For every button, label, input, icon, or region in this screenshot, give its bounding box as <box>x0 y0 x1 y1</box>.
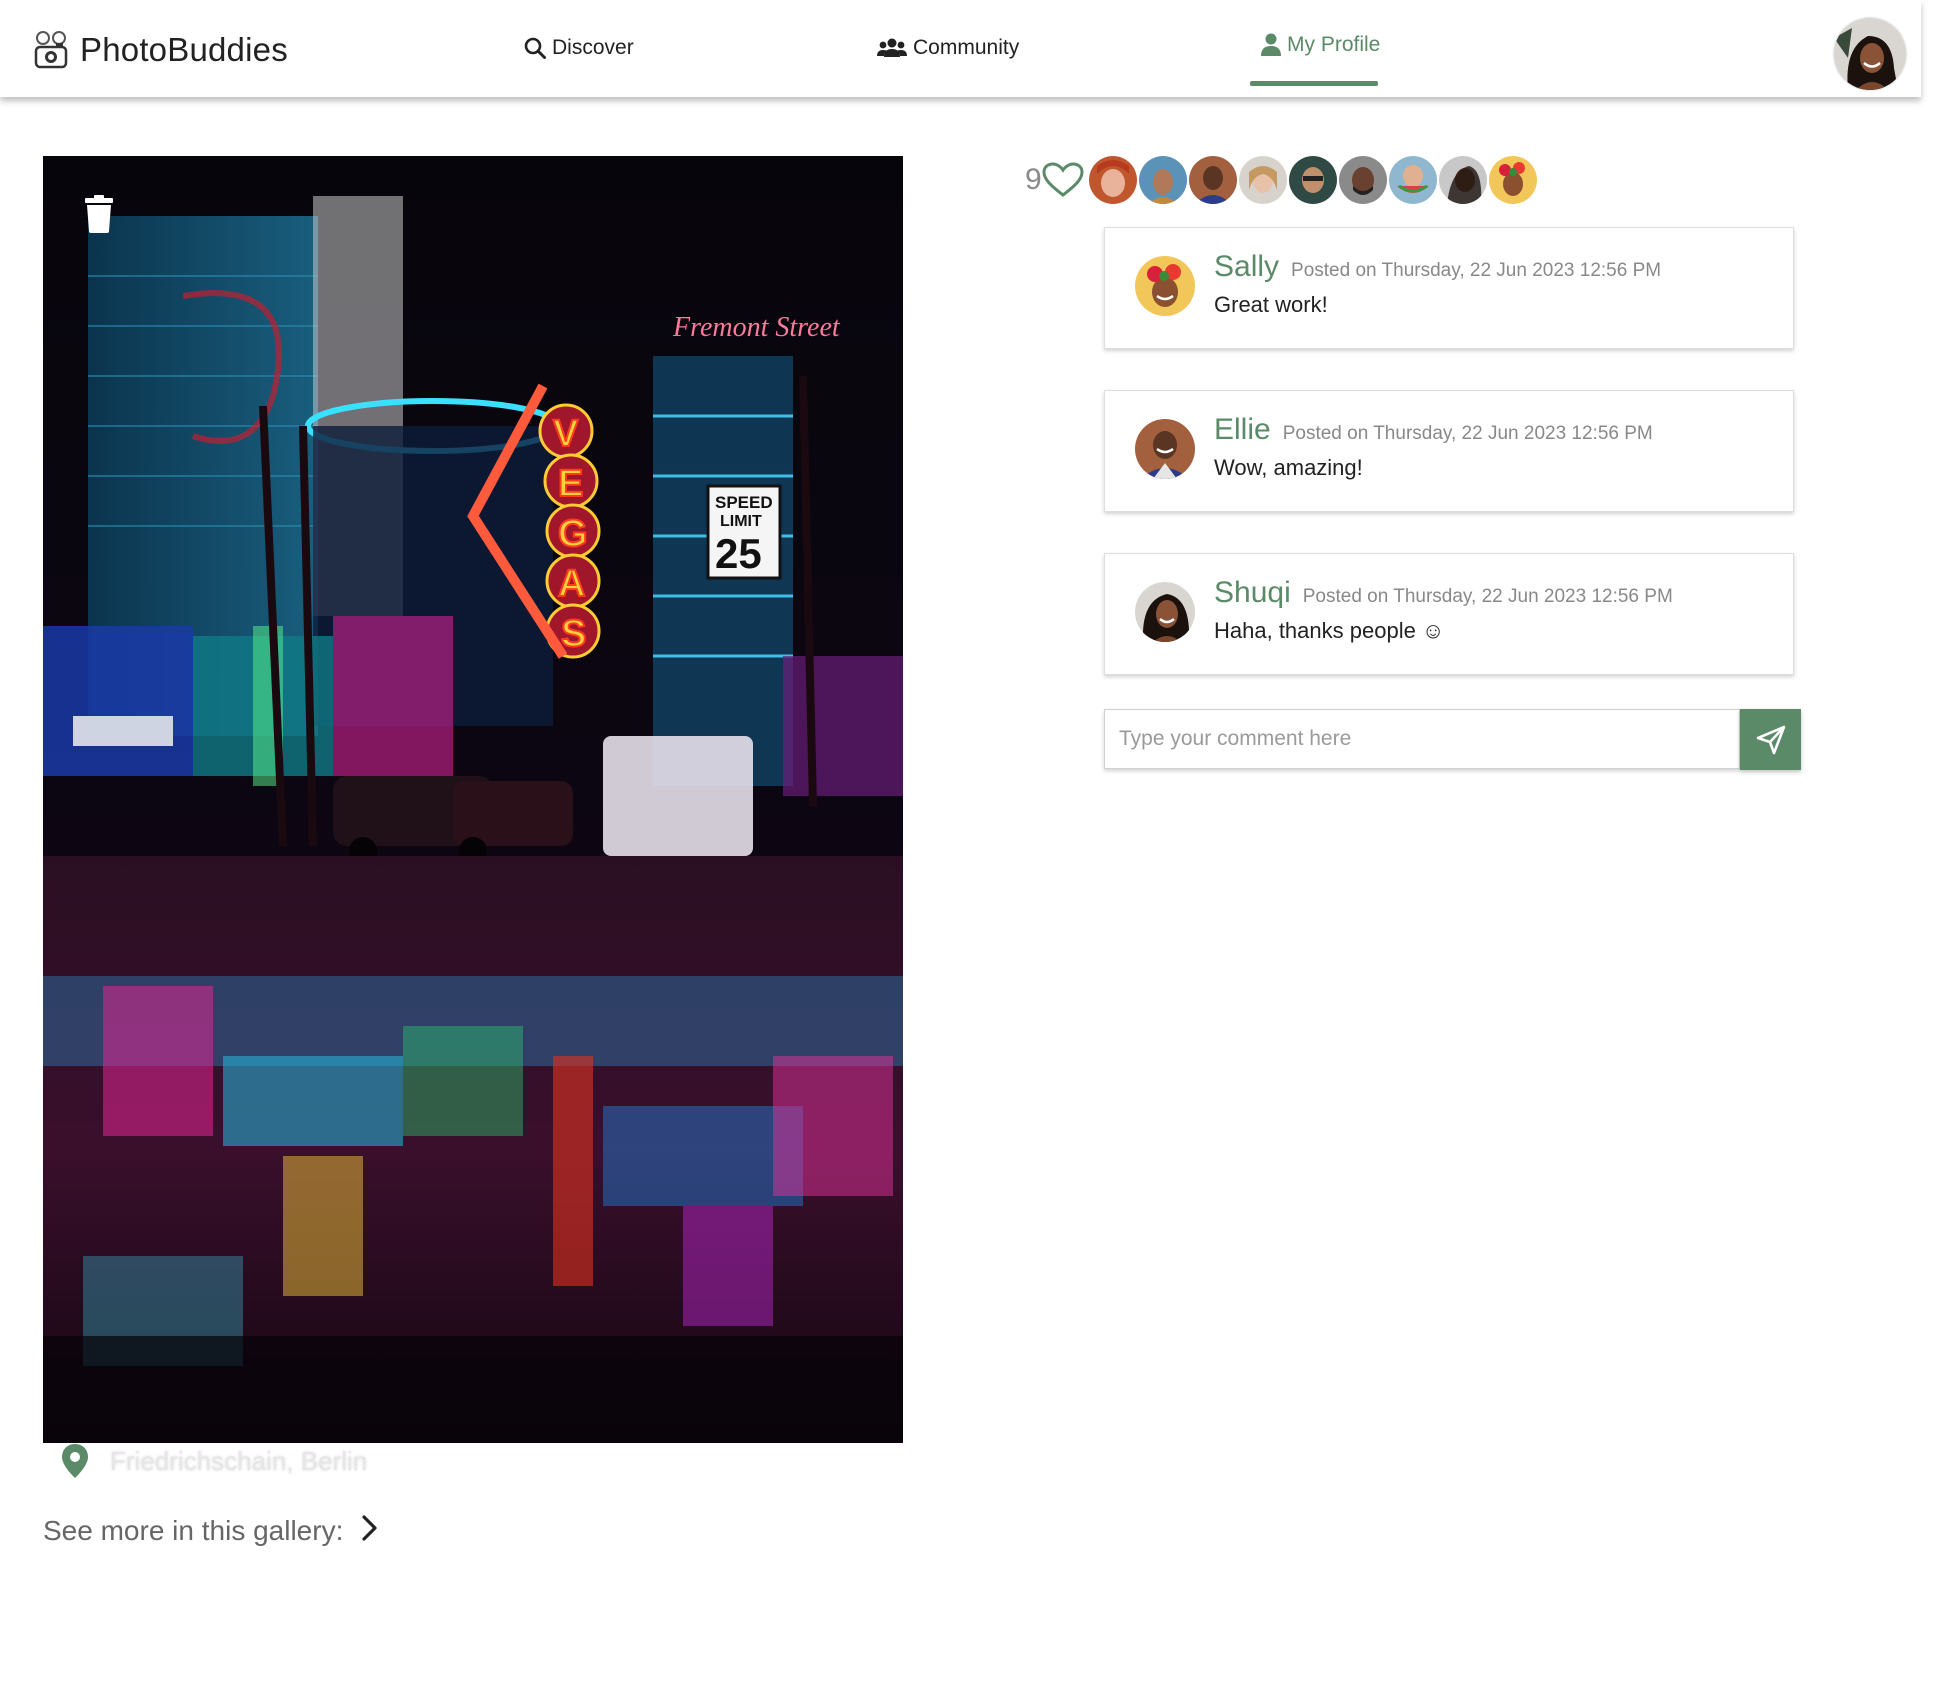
svg-text:SPEED: SPEED <box>715 493 773 512</box>
nav-discover[interactable]: Discover <box>524 30 634 66</box>
brand-name: PhotoBuddies <box>80 31 288 68</box>
liker-avatar[interactable] <box>1237 155 1288 205</box>
comment-text: Great work! <box>1214 292 1328 317</box>
comment-text: Haha, thanks people ☺ <box>1214 618 1445 643</box>
nav-community[interactable]: Community <box>877 30 1019 66</box>
user-avatar-image <box>1834 18 1906 90</box>
svg-text:S: S <box>561 613 586 655</box>
liker-avatar[interactable] <box>1437 155 1488 205</box>
user-icon <box>1261 33 1281 56</box>
photo-location: Friedrichschain, Berlin <box>62 1444 367 1478</box>
liker-avatars <box>1087 155 1538 205</box>
top-navigation-bar: PhotoBuddies Discover Community My Profi… <box>0 0 1921 97</box>
map-pin-icon <box>62 1444 88 1478</box>
nav-my-profile-label: My Profile <box>1287 33 1381 56</box>
comment-author[interactable]: Sally <box>1214 250 1279 284</box>
comment-card: Ellie Posted on Thursday, 22 Jun 2023 12… <box>1104 390 1794 512</box>
comment-card: Sally Posted on Thursday, 22 Jun 2023 12… <box>1104 227 1794 349</box>
comment-input[interactable] <box>1104 709 1740 769</box>
comment-avatar[interactable] <box>1135 582 1195 642</box>
comment-header: Sally Posted on Thursday, 22 Jun 2023 12… <box>1214 250 1661 284</box>
chevron-right-icon[interactable] <box>360 1513 380 1543</box>
likes-count: 9 <box>1025 163 1042 196</box>
nav-discover-label: Discover <box>552 36 634 59</box>
comment-date: Posted on Thursday, 22 Jun 2023 12:56 PM <box>1291 260 1662 281</box>
heart-icon[interactable] <box>1042 162 1084 198</box>
see-more-label: See more in this gallery: <box>43 1515 344 1546</box>
paper-plane-icon <box>1756 725 1785 754</box>
svg-text:E: E <box>558 463 583 505</box>
see-more-gallery: See more in this gallery: <box>43 1515 377 1547</box>
nav-community-label: Community <box>913 36 1020 59</box>
nav-my-profile[interactable]: My Profile <box>1261 27 1380 63</box>
liker-avatar[interactable] <box>1287 155 1338 205</box>
liker-avatar[interactable] <box>1487 155 1538 205</box>
active-tab-indicator <box>1250 81 1378 86</box>
liker-avatar[interactable] <box>1137 155 1188 205</box>
comment-author[interactable]: Ellie <box>1214 413 1271 447</box>
search-icon <box>524 37 546 59</box>
svg-text:LIMIT: LIMIT <box>720 513 762 530</box>
brand[interactable]: PhotoBuddies <box>30 25 288 75</box>
liker-avatar[interactable] <box>1187 155 1238 205</box>
comment-card: Shuqi Posted on Thursday, 22 Jun 2023 12… <box>1104 553 1794 675</box>
svg-text:A: A <box>558 563 585 605</box>
comment-header: Ellie Posted on Thursday, 22 Jun 2023 12… <box>1214 413 1653 447</box>
comment-header: Shuqi Posted on Thursday, 22 Jun 2023 12… <box>1214 576 1673 610</box>
comment-date: Posted on Thursday, 22 Jun 2023 12:56 PM <box>1282 423 1653 444</box>
comment-date: Posted on Thursday, 22 Jun 2023 12:56 PM <box>1302 586 1673 607</box>
liker-avatar[interactable] <box>1087 155 1138 205</box>
svg-text:25: 25 <box>715 530 762 577</box>
comment-text: Wow, amazing! <box>1214 455 1363 480</box>
svg-text:V: V <box>553 413 579 455</box>
delete-photo-button[interactable] <box>82 195 116 233</box>
liker-avatar[interactable] <box>1387 155 1438 205</box>
comment-avatar[interactable] <box>1135 256 1195 316</box>
post-photo: V E G A S Fremont Street SPEED LIMIT 25 <box>43 156 903 1443</box>
svg-text:G: G <box>558 513 588 555</box>
comment-author[interactable]: Shuqi <box>1214 576 1291 610</box>
liker-avatar[interactable] <box>1337 155 1388 205</box>
send-comment-button[interactable] <box>1740 709 1801 770</box>
svg-text:Fremont Street: Fremont Street <box>672 312 841 343</box>
comment-avatar[interactable] <box>1135 419 1195 479</box>
las-vegas-street-photo: V E G A S Fremont Street SPEED LIMIT 25 <box>43 156 903 1443</box>
trash-icon <box>85 195 113 233</box>
location-text: Friedrichschain, Berlin <box>110 1445 368 1476</box>
users-icon <box>877 38 907 57</box>
user-avatar[interactable] <box>1834 18 1906 90</box>
photobuddies-logo-icon <box>34 31 68 69</box>
likes-row: 9 <box>1025 155 1538 205</box>
